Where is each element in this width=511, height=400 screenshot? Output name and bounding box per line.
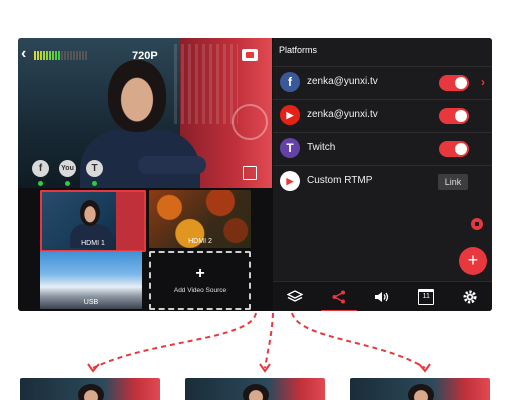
twitch-icon: T xyxy=(280,138,300,158)
platform-row-facebook[interactable]: f zenka@yunxi.tv › xyxy=(273,66,492,98)
live-dot xyxy=(38,181,43,186)
link-button[interactable]: Link xyxy=(438,174,468,190)
live-platform-indicators: f You T xyxy=(32,160,103,186)
platform-name: Custom RTMP xyxy=(307,175,373,186)
source-tile-hdmi2[interactable]: HDMI 2 xyxy=(149,190,251,248)
platform-name: zenka@yunxi.tv xyxy=(307,76,378,87)
plus-icon: + xyxy=(195,265,205,282)
platform-toggle[interactable] xyxy=(439,75,469,91)
rtmp-icon: ▶ xyxy=(280,171,300,191)
streaming-app: ‹ 720P f You T HDMI 1 HDMI 2 USB + Add V… xyxy=(18,38,492,311)
platform-toggle[interactable] xyxy=(439,141,469,157)
source-label: USB xyxy=(83,299,99,306)
add-platform-button[interactable]: + xyxy=(459,247,487,275)
source-tile-usb[interactable]: USB xyxy=(40,251,142,309)
audio-level-meter xyxy=(34,51,87,60)
stop-icon[interactable] xyxy=(471,218,483,230)
output-preview-3 xyxy=(350,378,490,400)
add-video-source-label: Add Video Source xyxy=(173,287,227,294)
facebook-icon: f xyxy=(280,72,300,92)
add-video-source-button[interactable]: + Add Video Source xyxy=(149,251,251,310)
platform-name: Twitch xyxy=(307,142,336,153)
platforms-panel: Platforms f zenka@yunxi.tv › ▶ zenka@yun… xyxy=(273,38,492,281)
presenter-face xyxy=(108,60,166,132)
platform-row-twitch[interactable]: T Twitch xyxy=(273,132,492,164)
platform-toggle[interactable] xyxy=(439,108,469,124)
youtube-icon: ▶ xyxy=(280,105,300,125)
platform-row-custom-rtmp[interactable]: ▶ Custom RTMP Link xyxy=(273,165,492,197)
output-preview-1 xyxy=(20,378,160,400)
resolution-label[interactable]: 720P xyxy=(132,50,158,62)
source-label: HDMI 1 xyxy=(81,240,105,247)
facebook-mini-icon: f xyxy=(32,160,49,186)
layers-icon[interactable] xyxy=(273,282,317,311)
record-icon[interactable] xyxy=(242,49,258,61)
calendar-date: 11 xyxy=(422,293,430,300)
source-tile-hdmi1[interactable]: HDMI 1 xyxy=(40,190,146,252)
youtube-mini-icon: You xyxy=(59,160,76,186)
chevron-right-icon[interactable]: › xyxy=(481,75,485,89)
twitch-mini-icon: T xyxy=(86,160,103,186)
bottom-toolbar: 11 xyxy=(273,281,492,311)
panel-title: Platforms xyxy=(279,45,318,55)
output-preview-2 xyxy=(185,378,325,400)
calendar-icon[interactable]: 11 xyxy=(404,282,448,311)
fullscreen-icon[interactable] xyxy=(243,166,257,180)
volume-icon[interactable] xyxy=(361,282,405,311)
settings-icon[interactable] xyxy=(448,282,492,311)
platform-row-youtube[interactable]: ▶ zenka@yunxi.tv xyxy=(273,99,492,131)
source-label: HDMI 2 xyxy=(188,238,212,245)
live-dot xyxy=(65,181,70,186)
share-icon[interactable] xyxy=(317,282,361,311)
camera-preview[interactable]: ‹ 720P f You T xyxy=(18,38,272,188)
back-icon[interactable]: ‹ xyxy=(21,46,26,62)
platform-name: zenka@yunxi.tv xyxy=(307,109,378,120)
live-dot xyxy=(92,181,97,186)
